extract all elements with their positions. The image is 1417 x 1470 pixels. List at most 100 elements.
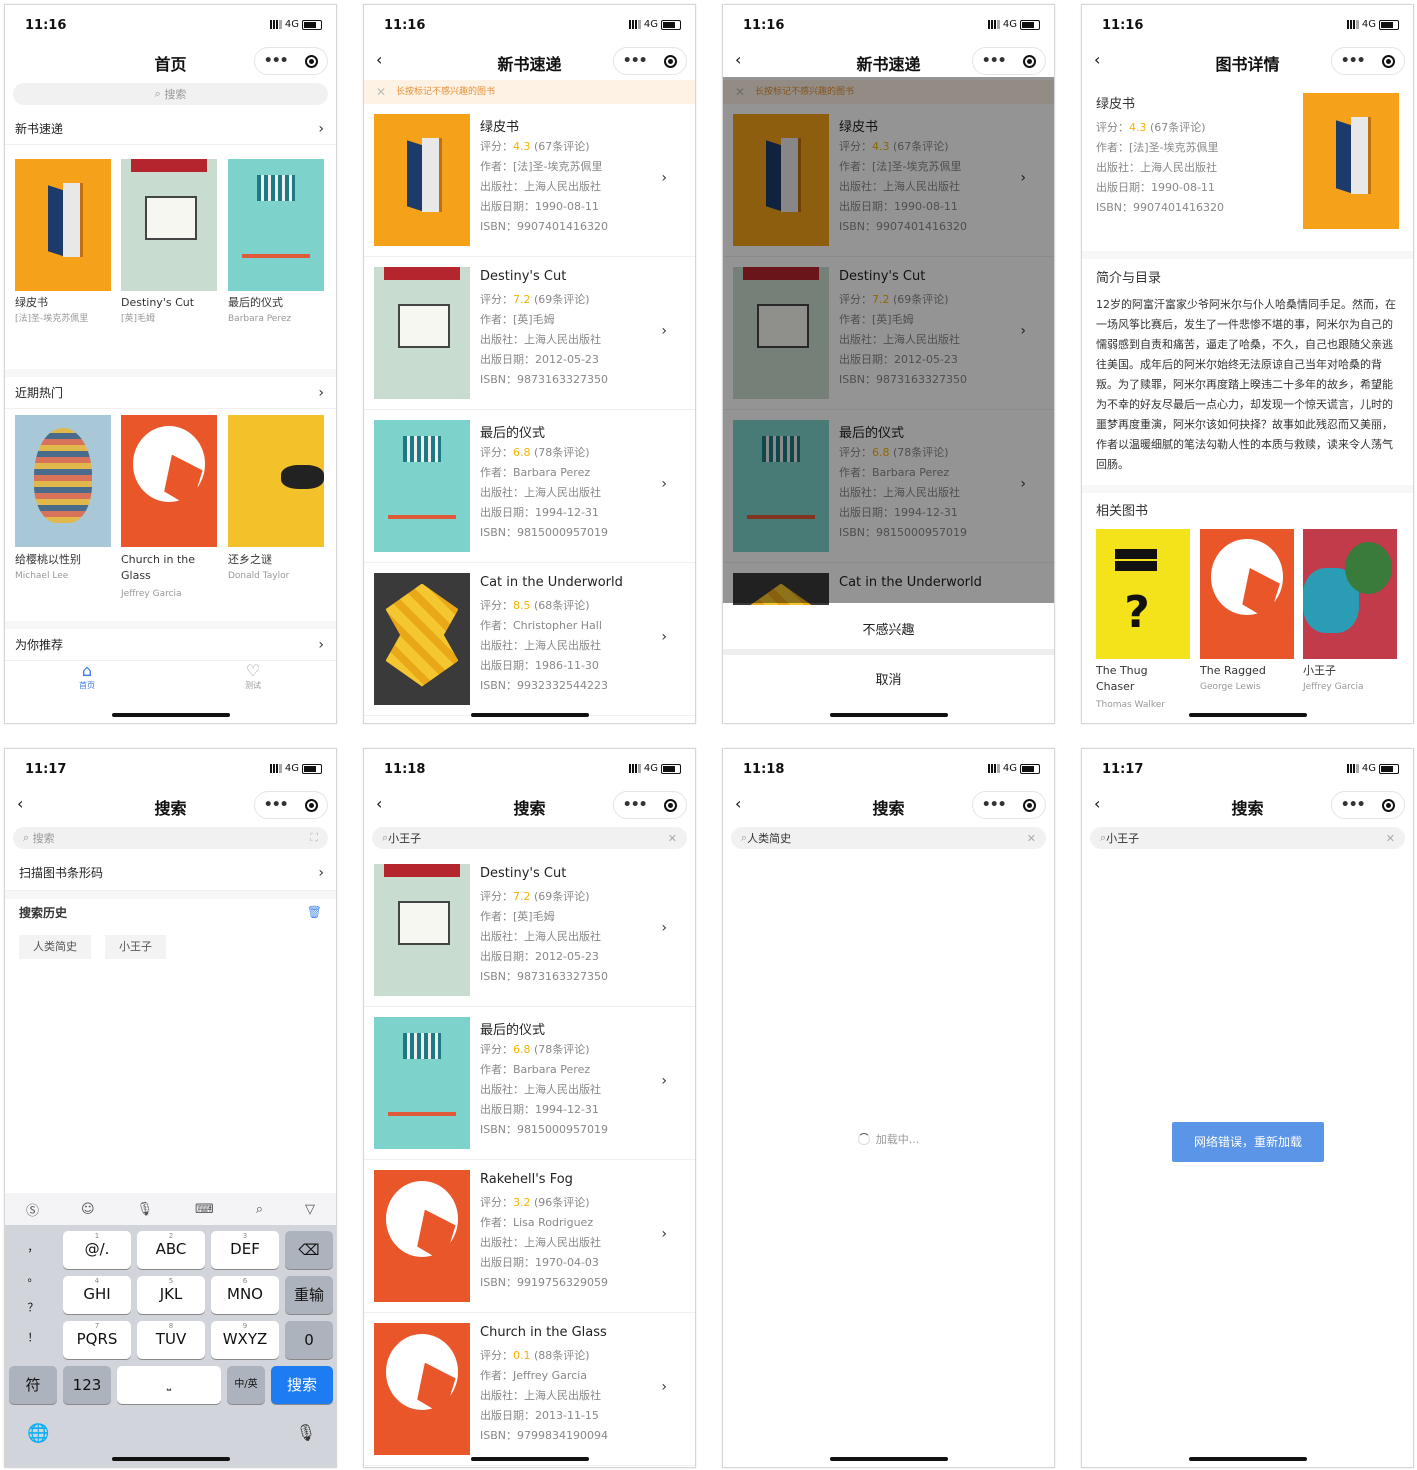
mini-program-capsule[interactable]: ••• — [1331, 791, 1405, 819]
mini-program-capsule[interactable]: ••• — [254, 791, 328, 819]
key-3[interactable]: 3 DEF — [211, 1231, 279, 1269]
key-4[interactable]: 4 GHI — [63, 1276, 131, 1314]
retype-key[interactable]: 重输 — [285, 1276, 333, 1314]
punctuation-column[interactable]: ，。？！ — [9, 1233, 57, 1357]
search-input[interactable]: ⌕ 搜索 ⛶ — [13, 827, 328, 849]
cancel-button[interactable]: 取消 — [723, 669, 1054, 688]
section-hot[interactable]: 近期热门 › — [5, 369, 336, 409]
number-key[interactable]: 123 — [63, 1366, 111, 1404]
list-item[interactable]: Cat in the Underworld 评分：8.5 (68条评论) 作者：… — [364, 563, 695, 716]
search-query: 人类简史 — [747, 832, 792, 845]
book-cover[interactable] — [228, 159, 324, 291]
close-program-icon[interactable] — [1023, 54, 1037, 68]
book-cover[interactable] — [121, 415, 217, 547]
list-item[interactable]: 最后的仪式 评分：6.8 (78条评论) 作者：Barbara Perez 出版… — [364, 410, 695, 563]
search-icon[interactable]: ⌕ — [256, 1202, 263, 1217]
history-chip[interactable]: 小王子 — [105, 935, 166, 959]
more-icon[interactable]: ••• — [1341, 798, 1366, 812]
nav-bar: ‹ 搜索 ••• — [1082, 785, 1413, 825]
book-cover[interactable] — [1200, 529, 1294, 659]
key-2[interactable]: 2 ABC — [137, 1231, 205, 1269]
rating-value: 8.5 — [513, 599, 531, 612]
tab-home[interactable]: ⌂ 首页 — [57, 661, 117, 691]
mini-program-capsule[interactable]: ••• — [613, 47, 687, 75]
book-publisher: 出版社：上海人民出版社 — [1096, 161, 1217, 174]
close-icon[interactable]: ✕ — [376, 80, 386, 104]
language-key[interactable]: 中/英 — [227, 1366, 265, 1404]
list-item[interactable]: 绿皮书 评分：4.3 (67条评论) 作者：[法]圣-埃克苏佩里 出版社：上海人… — [364, 104, 695, 257]
sogou-logo-icon[interactable]: Ⓢ — [26, 1200, 39, 1219]
close-program-icon[interactable] — [1382, 798, 1396, 812]
close-program-icon[interactable] — [305, 798, 319, 812]
more-icon[interactable]: ••• — [623, 798, 648, 812]
more-icon[interactable]: ••• — [264, 798, 289, 812]
key-6[interactable]: 6 MNO — [211, 1276, 279, 1314]
list-item[interactable]: Rakehell's Fog 评分：3.2 (96条评论) 作者：Lisa Ro… — [364, 1160, 695, 1313]
overlay-mask[interactable] — [723, 77, 1054, 603]
book-cover[interactable] — [228, 415, 324, 547]
search-input[interactable]: ⌕ 小王子 ✕ — [1090, 827, 1405, 849]
mic-icon[interactable]: 🎙 — [296, 1423, 316, 1442]
clear-icon[interactable]: ✕ — [668, 832, 677, 845]
mini-program-capsule[interactable]: ••• — [254, 47, 328, 75]
close-program-icon[interactable] — [305, 54, 319, 68]
chevron-right-icon: › — [661, 170, 667, 186]
book-cover[interactable] — [1303, 529, 1397, 659]
rating-value: 4.3 — [1129, 121, 1147, 134]
more-icon[interactable]: ••• — [982, 54, 1007, 68]
list-item[interactable]: Church in the Glass 评分：0.1 (88条评论) 作者：Je… — [364, 1313, 695, 1466]
key-8[interactable]: 8 TUV — [137, 1321, 205, 1359]
list-item[interactable]: 最后的仪式 评分：6.8 (78条评论) 作者：Barbara Perez 出版… — [364, 1007, 695, 1160]
more-icon[interactable]: ••• — [623, 54, 648, 68]
more-icon[interactable]: ••• — [264, 54, 289, 68]
collapse-icon[interactable]: ▽ — [305, 1202, 315, 1217]
mini-program-capsule[interactable]: ••• — [972, 47, 1046, 75]
search-key[interactable]: 搜索 — [271, 1366, 333, 1404]
keyboard-icon[interactable]: ⌨ — [195, 1202, 214, 1217]
close-program-icon[interactable] — [664, 798, 678, 812]
scan-icon[interactable]: ⛶ — [310, 831, 318, 845]
search-query: 小王子 — [1106, 832, 1140, 845]
close-program-icon[interactable] — [664, 54, 678, 68]
mini-program-capsule[interactable]: ••• — [972, 791, 1046, 819]
list-item[interactable]: Destiny's Cut 评分：7.2 (69条评论) 作者：[英]毛姆 出版… — [364, 854, 695, 1007]
clear-icon[interactable]: ✕ — [1386, 832, 1395, 845]
retry-button[interactable]: 网络错误，重新加载 — [1172, 1122, 1324, 1162]
tab-test[interactable]: ♡ 测试 — [223, 661, 283, 691]
symbol-key[interactable]: 符 — [9, 1366, 57, 1404]
mini-program-capsule[interactable]: ••• — [613, 791, 687, 819]
history-chip[interactable]: 人类简史 — [19, 935, 91, 959]
space-key[interactable]: ⎵ — [117, 1366, 221, 1404]
book-cover[interactable] — [15, 415, 111, 547]
key-9[interactable]: 9 WXYZ — [211, 1321, 279, 1359]
backspace-key[interactable]: ⌫ — [285, 1231, 333, 1269]
clear-icon[interactable]: ✕ — [1027, 832, 1036, 845]
more-icon[interactable]: ••• — [1341, 54, 1366, 68]
globe-icon[interactable]: 🌐 — [27, 1423, 49, 1444]
key-0[interactable]: 0 — [285, 1321, 333, 1359]
list-item[interactable]: Destiny's Cut 评分：7.2 (69条评论) 作者：[英]毛姆 出版… — [364, 257, 695, 410]
rating-value: 6.8 — [513, 446, 531, 459]
key-1[interactable]: 1 @/. — [63, 1231, 131, 1269]
search-input[interactable]: ⌕ 人类简史 ✕ — [731, 827, 1046, 849]
trash-icon[interactable]: 🗑 — [307, 905, 322, 919]
search-input[interactable]: ⌕ 小王子 ✕ — [372, 827, 687, 849]
key-7[interactable]: 7 PQRS — [63, 1321, 131, 1359]
book-cover[interactable] — [1096, 529, 1190, 659]
close-program-icon[interactable] — [1382, 54, 1396, 68]
section-new-books[interactable]: 新书速递 › — [5, 113, 336, 145]
loading-indicator: 加载中... — [723, 1131, 1054, 1147]
scan-barcode-row[interactable]: 扫描图书条形码 › — [5, 855, 336, 891]
section-title: 为你推荐 — [15, 638, 64, 652]
book-cover[interactable] — [15, 159, 111, 291]
key-5[interactable]: 5 JKL — [137, 1276, 205, 1314]
search-input[interactable]: ⌕ 搜索 — [13, 83, 328, 105]
book-cover[interactable] — [121, 159, 217, 291]
mini-program-capsule[interactable]: ••• — [1331, 47, 1405, 75]
mic-icon[interactable]: 🎙 — [137, 1202, 154, 1217]
close-program-icon[interactable] — [1023, 798, 1037, 812]
more-icon[interactable]: ••• — [982, 798, 1007, 812]
not-interested-button[interactable]: 不感兴趣 — [723, 619, 1054, 638]
section-recommend[interactable]: 为你推荐 › — [5, 621, 336, 661]
emoji-icon[interactable]: ☺ — [81, 1202, 95, 1217]
